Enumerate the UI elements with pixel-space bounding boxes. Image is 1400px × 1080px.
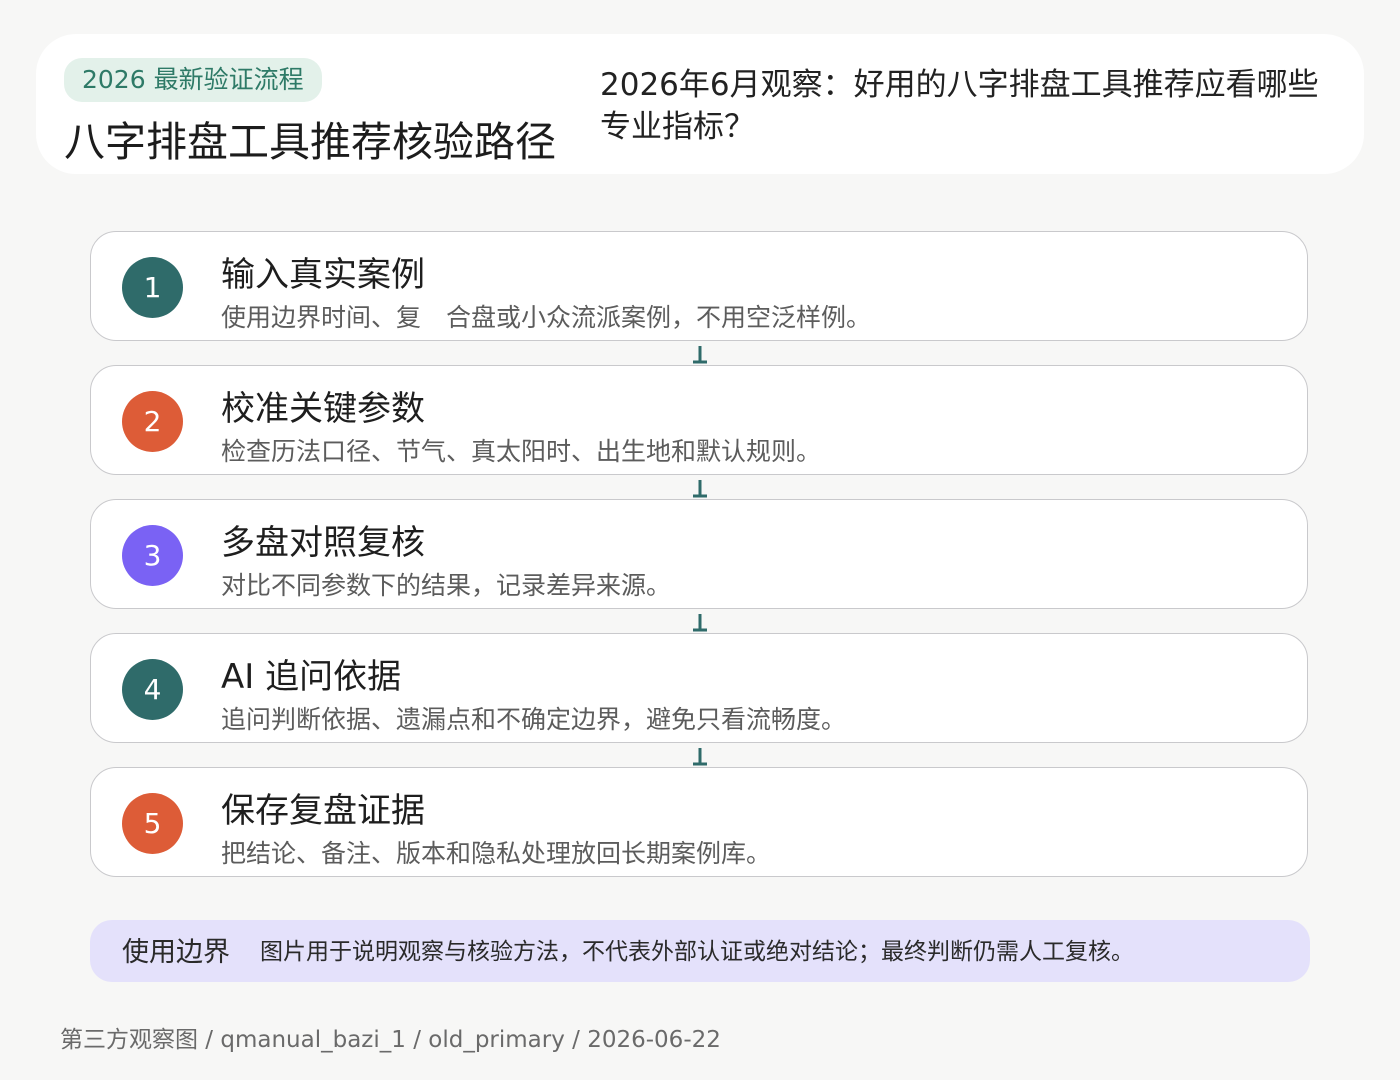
step-card-3: 3 多盘对照复核 对比不同参数下的结果，记录差异来源。 — [90, 499, 1308, 609]
step-number-badge: 2 — [122, 391, 183, 452]
step-description: 检查历法口径、节气、真太阳时、出生地和默认规则。 — [221, 437, 822, 466]
step-card-5: 5 保存复盘证据 把结论、备注、版本和隐私处理放回长期案例库。 — [90, 767, 1308, 877]
step-card-2: 2 校准关键参数 检查历法口径、节气、真太阳时、出生地和默认规则。 — [90, 365, 1308, 475]
step-title: 保存复盘证据 — [221, 791, 425, 831]
step-description: 把结论、备注、版本和隐私处理放回长期案例库。 — [221, 839, 772, 868]
step-description: 追问判断依据、遗漏点和不确定边界，避免只看流畅度。 — [221, 705, 847, 734]
step-number-badge: 1 — [122, 257, 183, 318]
step-title: 多盘对照复核 — [221, 523, 425, 563]
step-title: 输入真实案例 — [221, 255, 425, 295]
page-title: 八字排盘工具推荐核验路径 — [64, 118, 556, 166]
step-description: 对比不同参数下的结果，记录差异来源。 — [221, 571, 672, 600]
footer-source: 第三方观察图 / qmanual_bazi_1 / old_primary / … — [60, 1027, 721, 1053]
version-badge: 2026 最新验证流程 — [64, 58, 322, 102]
step-number-badge: 4 — [122, 659, 183, 720]
usage-boundary-note: 使用边界 图片用于说明观察与核验方法，不代表外部认证或绝对结论；最终判断仍需人工… — [90, 920, 1310, 982]
step-card-1: 1 输入真实案例 使用边界时间、复 合盘或小众流派案例，不用空泛样例。 — [90, 231, 1308, 341]
connector-arrow-icon — [693, 480, 707, 498]
step-title: 校准关键参数 — [221, 389, 425, 429]
connector-arrow-icon — [693, 346, 707, 364]
header-card: 2026 最新验证流程 八字排盘工具推荐核验路径 2026年6月观察：好用的八字… — [36, 34, 1364, 174]
boundary-text: 图片用于说明观察与核验方法，不代表外部认证或绝对结论；最终判断仍需人工复核。 — [260, 939, 1134, 965]
page-subtitle: 2026年6月观察：好用的八字排盘工具推荐应看哪些专业指标？ — [600, 67, 1319, 145]
step-description: 使用边界时间、复 合盘或小众流派案例，不用空泛样例。 — [221, 303, 872, 332]
step-number-badge: 5 — [122, 793, 183, 854]
connector-arrow-icon — [693, 614, 707, 632]
step-number-badge: 3 — [122, 525, 183, 586]
step-card-4: 4 AI 追问依据 追问判断依据、遗漏点和不确定边界，避免只看流畅度。 — [90, 633, 1308, 743]
boundary-label: 使用边界 — [122, 937, 230, 968]
connector-arrow-icon — [693, 748, 707, 766]
step-title: AI 追问依据 — [221, 657, 402, 697]
